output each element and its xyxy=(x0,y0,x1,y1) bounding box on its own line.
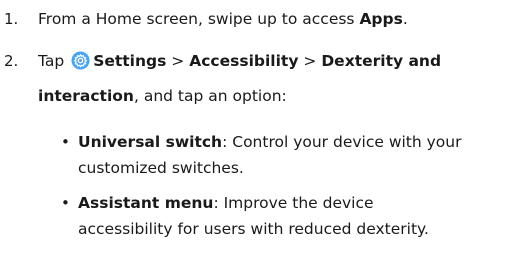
option-desc: : Control your device with your xyxy=(222,133,462,151)
option-1-line-1: Universal switch: Control your device wi… xyxy=(78,132,461,152)
option-title: Assistant menu xyxy=(78,194,214,212)
separator: > xyxy=(303,52,317,70)
step-2-line-2: interaction, and tap an option: xyxy=(38,86,287,106)
bullet: • xyxy=(61,133,70,151)
separator: > xyxy=(171,52,185,70)
option-2-line-1: Assistant menu: Improve the device xyxy=(78,193,374,213)
apps-label: Apps xyxy=(359,10,403,28)
accessibility-label: Accessibility xyxy=(189,52,299,70)
option-2-line-2: accessibility for users with reduced dex… xyxy=(78,219,429,239)
instruction-document: 1. From a Home screen, swipe up to acces… xyxy=(0,0,528,258)
step-number: 2. xyxy=(4,52,19,70)
option-1-line-2: customized switches. xyxy=(78,158,244,178)
step-1-text-after: . xyxy=(402,10,408,28)
option-title: Universal switch xyxy=(78,133,223,151)
bullet: • xyxy=(61,194,70,212)
dexterity-label-line-2: interaction xyxy=(38,87,134,105)
option-desc: : Improve the device xyxy=(213,194,374,212)
settings-label: Settings xyxy=(93,52,167,70)
dexterity-label-line-1: Dexterity and xyxy=(321,52,442,70)
settings-gear-icon xyxy=(71,51,90,70)
option-desc-cont: customized switches. xyxy=(78,159,244,177)
tap-text: Tap xyxy=(38,52,65,70)
step-1-text-before: From a Home screen, swipe up to access xyxy=(38,10,360,28)
step-2-tail: , and tap an option: xyxy=(133,87,287,105)
option-desc-cont: accessibility for users with reduced dex… xyxy=(78,220,429,238)
step-1-text: From a Home screen, swipe up to access A… xyxy=(38,9,408,29)
step-number: 1. xyxy=(4,10,19,28)
step-2-line-1: Tap Settings > Accessibility > Dexterity… xyxy=(38,51,441,71)
